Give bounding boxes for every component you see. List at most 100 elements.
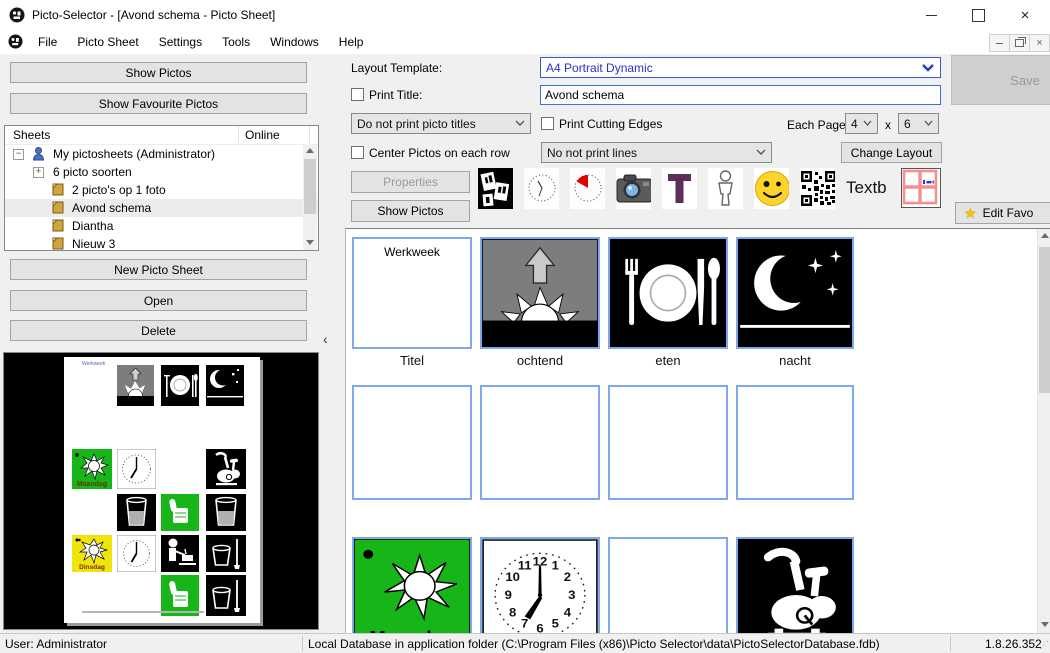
tree-item-2-pictos[interactable]: 2 picto's op 1 foto xyxy=(5,181,318,199)
preview-picto-koken xyxy=(161,535,199,572)
picto-cell-empty[interactable] xyxy=(608,385,728,500)
tree-header-online[interactable]: Online xyxy=(245,128,280,142)
new-picto-sheet-button[interactable]: New Picto Sheet xyxy=(10,259,307,280)
picto-cell-klok[interactable]: 121234567891011 xyxy=(480,537,600,633)
sheet-icon xyxy=(52,183,64,199)
collapse-expander-icon[interactable]: − xyxy=(13,149,24,160)
picto-cell-eten[interactable] xyxy=(608,237,728,349)
mdi-minimize-button[interactable] xyxy=(989,34,1010,52)
resize-grip[interactable]: ⋰ xyxy=(1039,640,1048,651)
time-timer-icon[interactable] xyxy=(570,168,605,209)
picto-caption: eten xyxy=(608,353,728,368)
preview-footer-line xyxy=(82,611,204,613)
person-outline-icon[interactable] xyxy=(708,168,743,209)
preview-picto-emmer-zwabber-2 xyxy=(206,575,246,616)
minimize-icon xyxy=(926,15,937,16)
print-title-input[interactable] xyxy=(540,85,941,105)
tree-item-diantha[interactable]: Diantha xyxy=(5,217,318,235)
tree-item-avond-schema[interactable]: Avond schema xyxy=(5,199,318,217)
edit-favourites-button[interactable]: ★ Edit Favo xyxy=(955,202,1050,224)
scroll-down-icon[interactable] xyxy=(306,240,314,245)
each-page-label: Each Page xyxy=(787,118,846,132)
clock-icon[interactable] xyxy=(524,168,559,209)
layout-template-combobox[interactable]: A4 Portrait Dynamic xyxy=(540,57,941,78)
tree-item-nieuw-3[interactable]: Nieuw 3 xyxy=(5,235,318,251)
delete-button[interactable]: Delete xyxy=(10,320,307,341)
tree-scrollbar[interactable] xyxy=(303,144,317,250)
grid-scrollbar-thumb[interactable] xyxy=(1039,247,1050,393)
svg-text:5: 5 xyxy=(552,617,559,630)
print-lines-dropdown[interactable]: No not print lines xyxy=(541,142,772,163)
minimize-button[interactable] xyxy=(914,3,948,27)
mdi-close-button[interactable]: × xyxy=(1029,34,1050,52)
title-bar: Picto-Selector - [Avond schema - Picto S… xyxy=(0,0,1050,30)
picto-titles-dropdown[interactable]: Do not print picto titles xyxy=(351,113,531,134)
picto-cell-ochtend[interactable] xyxy=(480,237,600,349)
menu-windows[interactable]: Windows xyxy=(260,30,329,54)
picto-cell-empty[interactable] xyxy=(608,537,728,633)
svg-text:2: 2 xyxy=(564,570,571,583)
chevron-down-icon xyxy=(924,120,933,127)
preview-picto-duim-2 xyxy=(161,575,199,616)
each-page-cols-dropdown[interactable]: 4 xyxy=(845,113,878,134)
menu-picto-sheet[interactable]: Picto Sheet xyxy=(67,30,148,54)
print-cutting-edges-checkbox[interactable] xyxy=(541,117,554,130)
show-favourite-pictos-button[interactable]: Show Favourite Pictos xyxy=(10,93,307,114)
tree-item-my-pictosheets[interactable]: − My pictosheets (Administrator) xyxy=(5,145,318,163)
smiley-icon[interactable] xyxy=(754,168,789,209)
text-letter-icon[interactable] xyxy=(662,168,697,209)
star-icon: ★ xyxy=(964,205,977,222)
properties-button[interactable]: Properties xyxy=(351,171,470,193)
open-button[interactable]: Open xyxy=(10,290,307,311)
tree-header-sheets[interactable]: Sheets xyxy=(13,128,50,142)
show-pictos-toolbar-button[interactable]: Show Pictos xyxy=(351,200,470,222)
expand-expander-icon[interactable]: + xyxy=(33,167,44,178)
svg-text:9: 9 xyxy=(505,589,512,602)
picto-titles-value: Do not print picto titles xyxy=(357,117,476,131)
camera-icon[interactable] xyxy=(616,168,651,209)
textbox-tool-label[interactable]: Textb xyxy=(846,178,890,198)
preview-picto-duim-1 xyxy=(161,494,199,531)
mdi-close-icon: × xyxy=(1036,37,1042,49)
picto-cell-nacht[interactable] xyxy=(736,237,854,349)
each-page-rows-dropdown[interactable]: 6 xyxy=(898,113,939,134)
tree-header: Sheets Online xyxy=(5,126,318,145)
menu-tools[interactable]: Tools xyxy=(212,30,260,54)
print-title-checkbox[interactable] xyxy=(351,88,364,101)
picto-cell-empty[interactable] xyxy=(736,385,854,500)
preview-picto-nacht xyxy=(206,365,244,406)
menu-file[interactable]: File xyxy=(28,30,67,54)
menu-help[interactable]: Help xyxy=(329,30,374,54)
maximize-button[interactable] xyxy=(961,3,995,27)
picto-cell-maandag[interactable]: Maandag xyxy=(352,537,472,633)
page-preview[interactable]: Werkweek Maandag xyxy=(3,352,319,630)
scroll-up-icon[interactable] xyxy=(1041,233,1049,238)
picto-tools-toolbar: Textb xyxy=(478,165,941,211)
table-layout-icon[interactable] xyxy=(901,168,941,208)
picto-cell-empty[interactable] xyxy=(352,385,472,500)
picto-cell-hometrainer[interactable] xyxy=(736,537,854,633)
tree-scrollbar-thumb[interactable] xyxy=(304,159,316,214)
show-pictos-button[interactable]: Show Pictos xyxy=(10,62,307,83)
grid-scrollbar[interactable] xyxy=(1037,229,1050,633)
picto-cell-empty[interactable] xyxy=(480,385,600,500)
center-pictos-checkbox[interactable] xyxy=(351,146,364,159)
scroll-down-icon[interactable] xyxy=(1041,622,1049,627)
mdi-restore-button[interactable] xyxy=(1009,34,1030,52)
mdi-minimize-icon xyxy=(996,43,1003,44)
picto-cell-titel[interactable]: Werkweek xyxy=(352,237,472,349)
window-title: Picto-Selector - [Avond schema - Picto S… xyxy=(32,8,275,22)
pictos-stack-icon[interactable] xyxy=(478,168,513,209)
picto-caption: nacht xyxy=(736,353,854,368)
qr-code-icon[interactable] xyxy=(800,168,835,209)
collapse-panel-arrow[interactable]: ‹ xyxy=(323,331,328,347)
menu-settings[interactable]: Settings xyxy=(149,30,212,54)
tree-item-picto-soorten[interactable]: + 6 picto soorten xyxy=(5,163,318,181)
save-button[interactable]: Save xyxy=(951,55,1050,105)
each-page-times-label: x xyxy=(885,118,891,132)
scroll-up-icon[interactable] xyxy=(306,148,314,153)
change-layout-button[interactable]: Change Layout xyxy=(841,142,942,163)
svg-text:Maandag: Maandag xyxy=(77,481,107,488)
close-button[interactable]: × xyxy=(1008,3,1042,27)
svg-text:6: 6 xyxy=(536,622,543,633)
